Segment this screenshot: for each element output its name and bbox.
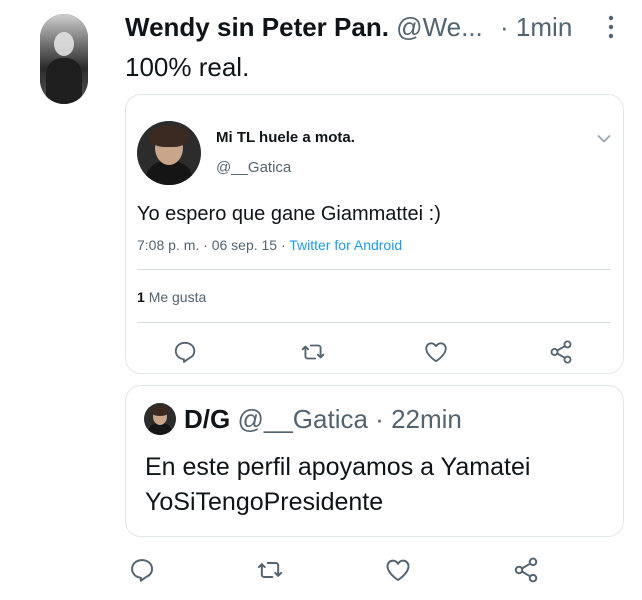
quote-author-avatar <box>144 403 176 435</box>
more-vertical-icon[interactable] <box>606 14 616 40</box>
embedded-author-avatar <box>137 121 201 185</box>
reply-icon <box>172 339 198 365</box>
embedded-source-link: Twitter for Android <box>289 237 403 253</box>
quote-text: En este perfil apoyamos a Yamatei YoSiTe… <box>145 453 531 516</box>
tweet-timestamp[interactable]: 1min <box>516 12 572 42</box>
share-icon <box>548 339 574 365</box>
embedded-timestamp: 7:08 p. m. · 06 sep. 15 · <box>137 237 290 253</box>
chevron-down-icon <box>597 131 611 143</box>
share-icon[interactable] <box>512 556 540 584</box>
header-separator: · <box>500 12 509 42</box>
quote-header: D/G @__Gatica · 22min <box>184 402 462 436</box>
embedded-display-name: Mi TL huele a mota. <box>216 129 355 146</box>
author-avatar[interactable] <box>40 14 88 104</box>
tweet-header: Wendy sin Peter Pan. @We... · 1min <box>125 10 572 44</box>
retweet-icon <box>300 339 326 365</box>
embedded-tweet-card[interactable] <box>125 94 624 374</box>
heart-icon[interactable] <box>384 556 412 584</box>
quote-separator: · <box>375 404 384 434</box>
quote-handle: @__Gatica <box>237 404 368 434</box>
embedded-likes: 1 Me gusta <box>137 289 206 305</box>
embedded-handle: @__Gatica <box>216 159 292 176</box>
heart-icon <box>423 339 449 365</box>
quote-timestamp: 22min <box>391 404 462 434</box>
divider <box>137 269 611 270</box>
embedded-tweet-meta: 7:08 p. m. · 06 sep. 15 · Twitter for An… <box>137 237 402 253</box>
embedded-tweet-text: Yo espero que gane Giammattei :) <box>137 203 441 225</box>
likes-count: 1 <box>137 289 145 305</box>
author-display-name[interactable]: Wendy sin Peter Pan. <box>125 12 389 42</box>
author-handle[interactable]: @We... <box>396 12 483 42</box>
quote-display-name: D/G <box>184 404 231 434</box>
retweet-icon[interactable] <box>256 556 284 584</box>
reply-icon[interactable] <box>128 556 156 584</box>
divider <box>137 322 611 323</box>
tweet-text: 100% real. <box>125 52 250 82</box>
likes-label: Me gusta <box>148 289 207 305</box>
